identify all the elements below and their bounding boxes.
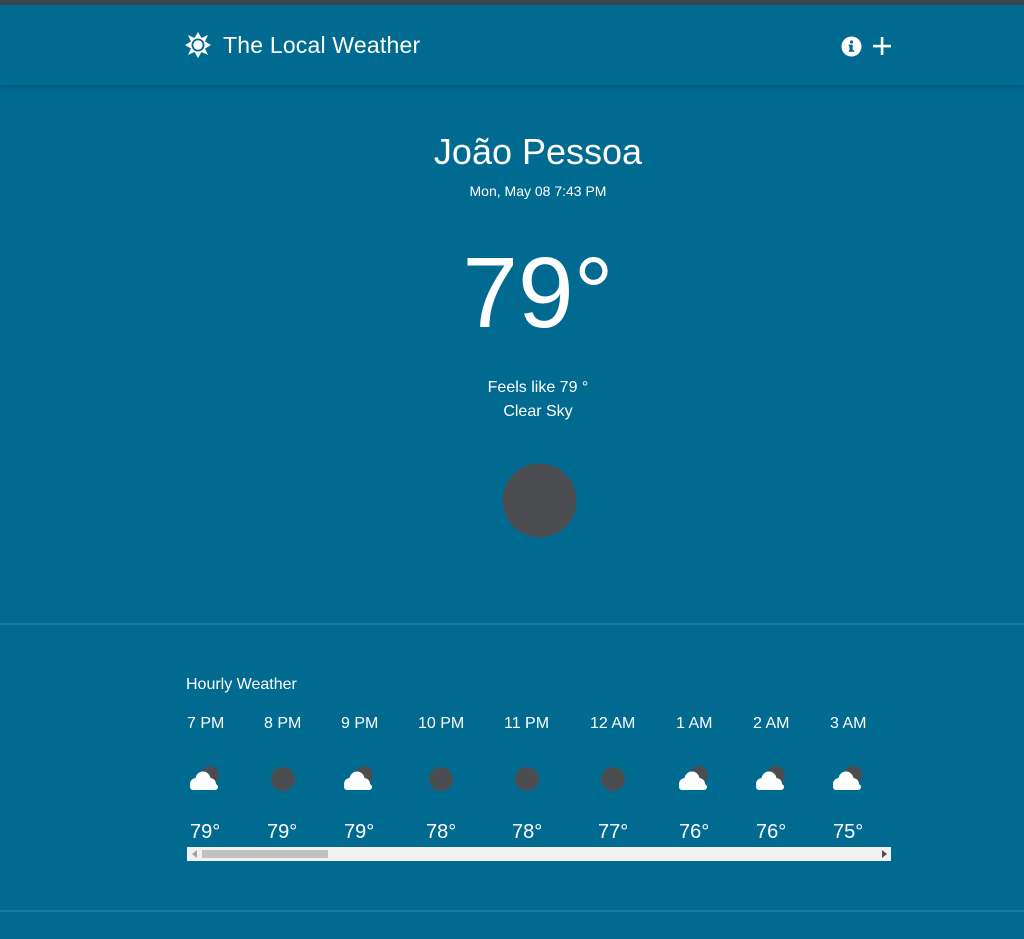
clear-night-icon (515, 767, 539, 791)
hour-time: 1 AM (676, 715, 713, 732)
clear-night-icon (601, 767, 625, 791)
hourly-item: 11 PM 78° (504, 714, 552, 847)
hourly-item: 9 PM 79° (341, 714, 381, 847)
section-divider (0, 910, 1024, 912)
header-actions (838, 33, 895, 59)
scrollbar-thumb[interactable] (202, 850, 328, 858)
hourly-item: 8 PM 79° (264, 714, 304, 847)
hourly-item: 7 PM 79° (187, 714, 227, 847)
clear-night-icon (502, 463, 577, 538)
hour-time: 11 PM (504, 715, 550, 732)
hourly-title: Hourly Weather (186, 676, 297, 693)
sun-icon (185, 32, 211, 58)
hour-time: 8 PM (264, 715, 302, 732)
hour-temp: 76° (679, 821, 710, 843)
section-divider (0, 623, 1024, 625)
brand: The Local Weather (185, 31, 420, 59)
hour-temp: 79° (190, 821, 221, 843)
info-icon (841, 36, 861, 56)
hourly-item: 10 PM 78° (418, 714, 466, 847)
feels-like: Feels like 79 ° (487, 379, 589, 396)
partly-cloudy-night-icon (344, 766, 373, 790)
city-name: João Pessoa (433, 131, 643, 172)
weather-description: Clear Sky (503, 403, 573, 420)
scroll-right-button[interactable] (876, 847, 891, 861)
hourly-item: 12 AM 77° (590, 714, 638, 847)
hour-temp: 78° (426, 821, 457, 843)
partly-cloudy-night-icon (833, 766, 862, 790)
scroll-left-button[interactable] (187, 847, 202, 861)
partly-cloudy-night-icon (190, 766, 219, 790)
hourly-scrollbar[interactable] (187, 847, 891, 861)
arrow-left-icon (191, 850, 197, 858)
hour-time: 9 PM (341, 715, 379, 732)
hour-temp: 76° (756, 821, 787, 843)
hourly-item: 3 AM 75° (830, 714, 870, 847)
plus-icon (873, 37, 891, 55)
current-temperature: 79° (462, 237, 614, 349)
hour-temp: 78° (512, 821, 543, 843)
hour-temp: 75° (833, 821, 864, 843)
hour-time: 3 AM (830, 715, 867, 732)
hourly-item: 2 AM 76° (753, 714, 793, 847)
hour-temp: 77° (598, 821, 629, 843)
app-header: The Local Weather (0, 5, 1024, 85)
add-location-button[interactable] (869, 33, 895, 59)
hour-time: 10 PM (418, 715, 465, 732)
partly-cloudy-night-icon (679, 766, 708, 790)
hour-temp: 79° (344, 821, 375, 843)
hour-time: 7 PM (187, 715, 225, 732)
hour-time: 2 AM (753, 715, 790, 732)
hour-temp: 79° (267, 821, 298, 843)
arrow-right-icon (881, 850, 887, 858)
clear-night-icon (429, 767, 453, 791)
partly-cloudy-night-icon (756, 766, 785, 790)
current-datetime: Mon, May 08 7:43 PM (469, 183, 607, 199)
hourly-scroll-area[interactable]: 7 PM 79° 8 PM 79° 9 PM 79° 10 PM 78° 11 … (187, 714, 891, 847)
clear-night-icon (271, 767, 295, 791)
app-title: The Local Weather (223, 32, 421, 58)
hourly-item: 1 AM 76° (676, 714, 716, 847)
hour-time: 12 AM (590, 715, 636, 732)
info-button[interactable] (838, 33, 864, 59)
